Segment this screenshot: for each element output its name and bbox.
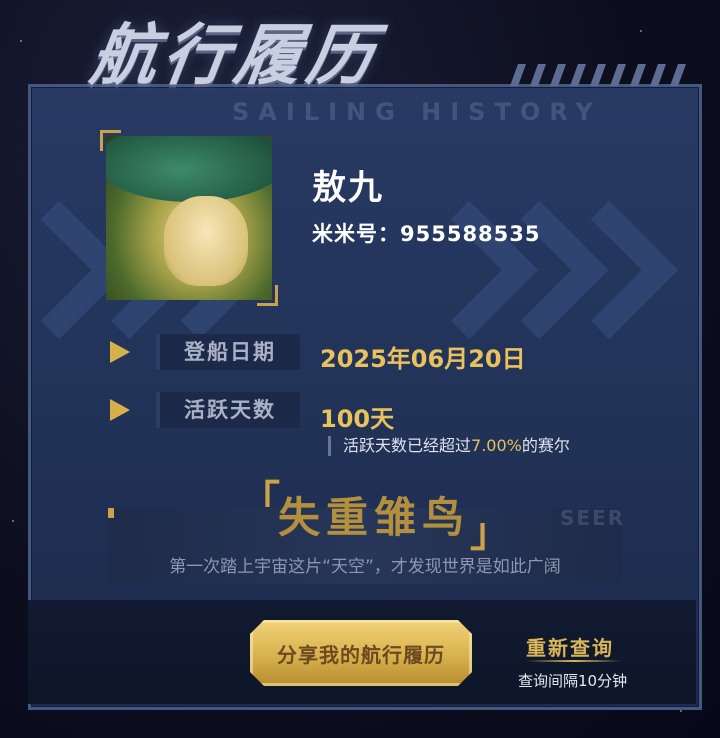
star [640,30,642,32]
requery-underline [526,660,622,662]
star [680,710,682,712]
play-arrow-icon [110,341,130,363]
play-arrow-icon [110,399,130,421]
stripes-decoration [510,64,686,86]
badge-title: 失重雏鸟 [278,493,471,542]
avatar-corner [100,130,121,151]
mimi-number: 米米号：955588535 [312,218,541,248]
badge-watermark: SEER [560,506,626,530]
bracket-right: 」 [470,510,510,556]
avatar-face [164,196,248,286]
note-suffix: 的赛尔 [521,436,570,455]
active-days-label: 活跃天数 [156,392,300,428]
star [12,520,14,522]
avatar-image [106,136,272,300]
mimi-label: 米米号： [312,222,400,246]
page-subtitle: SAILING HISTORY [232,98,602,126]
star [20,40,22,42]
boarding-date-value: 2025年06月20日 [320,345,526,373]
avatar [100,130,278,306]
active-days-value: 100天 [320,405,395,433]
boarding-date-label: 登船日期 [156,334,300,370]
note-percent: 7.00% [471,436,522,455]
mimi-id: 955588535 [400,222,541,246]
user-name: 敖九 [312,168,384,208]
avatar-corner [257,285,278,306]
requery-button[interactable]: 重新查询 [526,632,614,661]
share-history-button[interactable]: 分享我的航行履历 [250,620,472,686]
bracket-left: 「 [240,478,280,524]
badge-description: 第一次踏上宇宙这片“天空”，才发现世界是如此广阔 [169,557,561,577]
page-title: 航行履历 [85,17,385,94]
query-interval-text: 查询间隔10分钟 [518,672,628,690]
note-prefix: 活跃天数已经超过 [343,436,472,455]
active-days-note: 活跃天数已经超过7.00%的赛尔 [328,436,570,456]
corner-mark [108,508,114,518]
avatar-hat [106,136,272,202]
